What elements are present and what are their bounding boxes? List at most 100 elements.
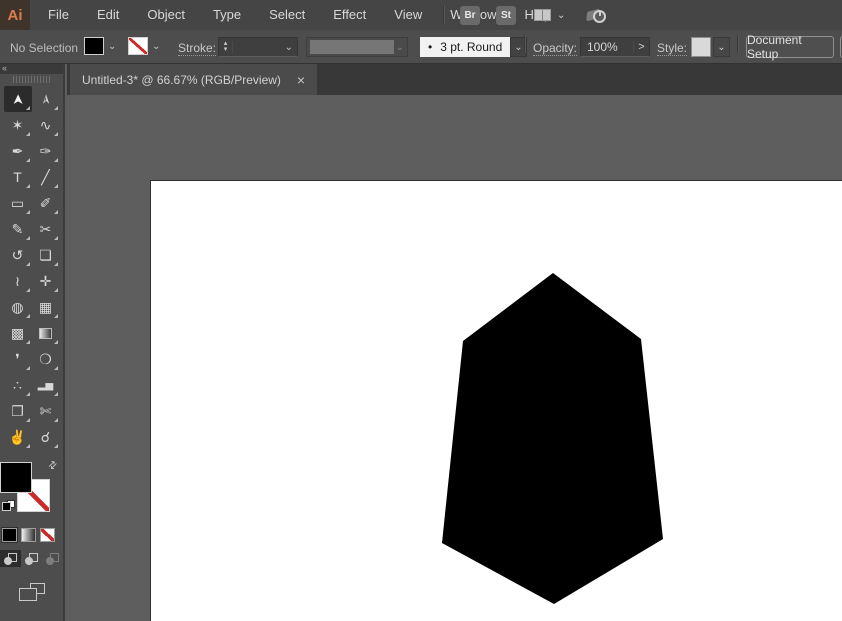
- chevron-down-icon: ⌄: [717, 41, 726, 53]
- scissors-icon: ✂: [39, 220, 52, 237]
- puppet-warp-icon: ✛: [39, 272, 52, 289]
- gradient-button[interactable]: [21, 528, 36, 542]
- fill-color-combo[interactable]: ⌄: [84, 37, 116, 55]
- fill-swatch[interactable]: [84, 37, 104, 55]
- perspective-grid-tool[interactable]: ▦: [32, 294, 60, 320]
- bridge-button[interactable]: Br: [460, 5, 480, 25]
- flyout-indicator: [53, 158, 58, 162]
- paint-style-buttons: [0, 527, 63, 543]
- slice-icon: ✄: [39, 402, 52, 419]
- draw-inside-button[interactable]: [42, 550, 63, 567]
- direct-selection-tool[interactable]: ➢: [32, 86, 60, 112]
- none-button[interactable]: [40, 528, 55, 542]
- workspace-switcher[interactable]: ⌄: [534, 9, 565, 21]
- hand-tool[interactable]: ✌: [4, 424, 32, 450]
- color-button[interactable]: [1, 527, 18, 543]
- opacity-field[interactable]: 100% >: [580, 37, 650, 57]
- column-graph-tool[interactable]: ▂▅: [32, 372, 60, 398]
- black-hexagon-shape[interactable]: [442, 273, 663, 604]
- stroke-color-combo[interactable]: ⌄: [128, 37, 160, 55]
- rectangle-icon: ▭: [10, 194, 25, 211]
- document-tab[interactable]: Untitled-3* @ 66.67% (RGB/Preview) ×: [70, 64, 318, 95]
- scissors-tool[interactable]: ✂: [32, 216, 60, 242]
- tools-panel-grip[interactable]: [0, 74, 63, 85]
- collapse-panel-icon[interactable]: «: [2, 63, 7, 73]
- flyout-indicator: [25, 236, 30, 240]
- rotate-tool[interactable]: ↺: [4, 242, 32, 268]
- stepper-down-icon[interactable]: ▾: [224, 46, 228, 53]
- close-icon[interactable]: ×: [297, 73, 305, 87]
- stroke-weight-combo[interactable]: ▴ ▾ ⌄: [218, 37, 298, 57]
- artboard[interactable]: [150, 180, 842, 621]
- eyedropper-tool[interactable]: ❜: [4, 346, 32, 372]
- opacity-value[interactable]: 100%: [581, 40, 618, 54]
- work-area: Untitled-3* @ 66.67% (RGB/Preview) ×: [67, 64, 842, 621]
- lasso-tool[interactable]: ∿: [32, 112, 60, 138]
- brush-definition-combo[interactable]: • 3 pt. Round ⌄: [420, 37, 527, 57]
- mesh-tool[interactable]: ▩: [4, 320, 32, 346]
- curvature-tool[interactable]: ✑: [32, 138, 60, 164]
- paintbrush-tool[interactable]: ✐: [32, 190, 60, 216]
- shape-builder-tool[interactable]: ◍: [4, 294, 32, 320]
- selection-tool[interactable]: ➤: [3, 86, 32, 112]
- stroke-none-swatch[interactable]: [128, 37, 148, 55]
- graphic-style-chevron[interactable]: ⌄: [713, 37, 730, 57]
- puppet-warp-tool[interactable]: ✛: [32, 268, 60, 294]
- default-fill-stroke-icon[interactable]: [2, 500, 15, 511]
- opacity-label[interactable]: Opacity:: [533, 41, 578, 56]
- brush-definition-text: 3 pt. Round: [440, 40, 503, 54]
- flyout-indicator: [25, 340, 30, 344]
- width-tool[interactable]: ≀: [4, 268, 32, 294]
- slice-tool[interactable]: ✄: [32, 398, 60, 424]
- graphic-style-swatch[interactable]: [691, 37, 711, 57]
- line-segment-tool[interactable]: ╱: [32, 164, 60, 190]
- change-screen-mode-icon[interactable]: [18, 583, 45, 601]
- pencil-tool[interactable]: ✎: [4, 216, 32, 242]
- fill-proxy-swatch[interactable]: [0, 462, 32, 493]
- menu-item-view[interactable]: View: [380, 0, 436, 30]
- hand-icon: ✌: [8, 428, 27, 445]
- opacity-popup-arrow-icon[interactable]: >: [633, 41, 649, 53]
- flyout-indicator: [25, 132, 30, 136]
- gpu-performance-icon[interactable]: [587, 7, 607, 23]
- scale-tool[interactable]: ❏: [32, 242, 60, 268]
- menu-item-file[interactable]: File: [34, 0, 83, 30]
- type-tool[interactable]: T: [4, 164, 32, 190]
- chevron-down-icon: ⌄: [557, 9, 566, 21]
- magic-wand-tool[interactable]: ✶: [4, 112, 32, 138]
- menu-item-effect[interactable]: Effect: [319, 0, 380, 30]
- document-setup-button[interactable]: Document Setup: [746, 33, 834, 61]
- flyout-indicator: [53, 444, 58, 448]
- zoom-tool[interactable]: ☌: [32, 424, 60, 450]
- brush-definition-value[interactable]: • 3 pt. Round: [420, 37, 510, 57]
- gradient-tool[interactable]: [32, 320, 60, 346]
- flyout-indicator: [25, 288, 30, 292]
- stock-button[interactable]: St: [496, 5, 516, 25]
- selection-icon: ➤: [8, 93, 25, 105]
- menu-item-type[interactable]: Type: [199, 0, 255, 30]
- stroke-weight-stepper[interactable]: ▴ ▾: [219, 40, 233, 53]
- rectangle-tool[interactable]: ▭: [4, 190, 32, 216]
- flyout-indicator: [53, 106, 58, 110]
- stroke-label[interactable]: Stroke:: [178, 41, 217, 56]
- style-label[interactable]: Style:: [657, 41, 688, 56]
- menu-bar-right: Br St ⌄: [443, 0, 607, 30]
- flyout-indicator: [53, 366, 58, 370]
- draw-behind-button[interactable]: [21, 550, 42, 567]
- swap-fill-stroke-icon[interactable]: ⇄: [46, 459, 60, 473]
- flyout-indicator: [53, 132, 58, 136]
- menu-item-edit[interactable]: Edit: [83, 0, 133, 30]
- flyout-indicator: [25, 418, 30, 422]
- artboard-tool[interactable]: ❐: [4, 398, 32, 424]
- document-tab-title: Untitled-3* @ 66.67% (RGB/Preview): [82, 72, 281, 87]
- menu-item-select[interactable]: Select: [255, 0, 319, 30]
- blend-tool[interactable]: ❍: [32, 346, 60, 372]
- canvas-pasteboard[interactable]: [67, 95, 842, 621]
- menu-item-object[interactable]: Object: [133, 0, 199, 30]
- rotate-icon: ↺: [11, 246, 24, 263]
- draw-normal-button[interactable]: [0, 550, 21, 567]
- pen-tool[interactable]: ✒: [4, 138, 32, 164]
- symbol-sprayer-tool[interactable]: ∴: [4, 372, 32, 398]
- control-bar: No Selection ⌄ ⌄ Stroke: ▴ ▾ ⌄ ⌄ • 3 pt.: [0, 30, 842, 64]
- flyout-indicator: [53, 314, 58, 318]
